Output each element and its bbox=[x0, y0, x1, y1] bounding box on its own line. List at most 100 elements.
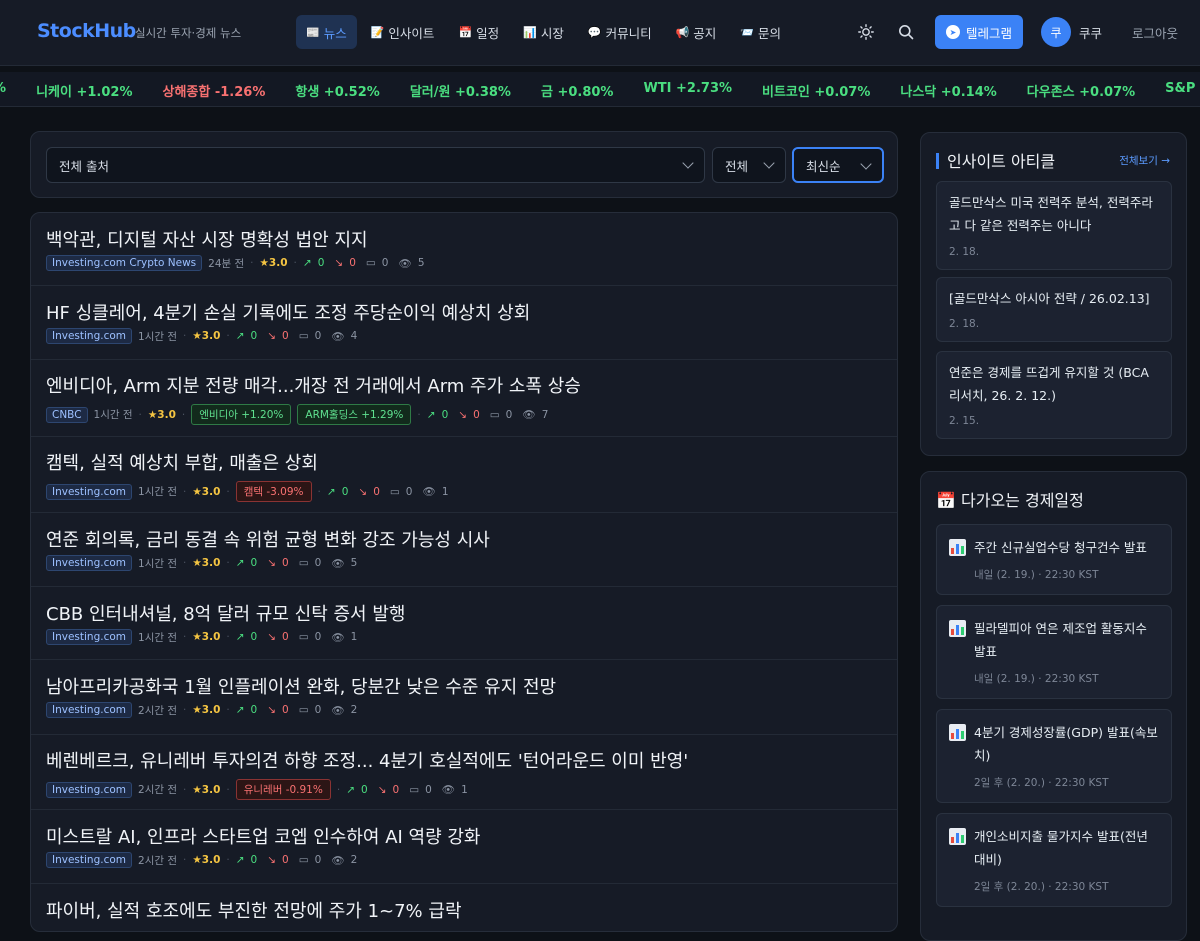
newspaper-icon: 📰 bbox=[306, 25, 320, 39]
ticker-item[interactable]: 항생 +0.52% bbox=[295, 81, 379, 100]
ticker-item[interactable]: 상해종합 -1.26% bbox=[162, 81, 265, 100]
nav-label: 시장 bbox=[540, 25, 564, 41]
chevron-down-icon bbox=[763, 157, 775, 169]
source-badge[interactable]: Investing.com bbox=[46, 852, 133, 868]
category-select[interactable]: 전체 bbox=[712, 147, 786, 183]
time-ago: 2시간 전 bbox=[138, 854, 178, 867]
nav-community[interactable]: 💬 커뮤니티 bbox=[578, 15, 662, 49]
news-item[interactable]: HF 싱클레어, 4분기 손실 기록에도 조정 주당순이익 예상치 상회 Inve… bbox=[31, 286, 897, 360]
source-select[interactable]: 전체 출처 bbox=[46, 147, 705, 183]
ticker-item[interactable]: 달러/원 +0.38% bbox=[410, 81, 511, 100]
comment-count: 0 bbox=[405, 485, 413, 498]
see-all-link[interactable]: 전체보기 → bbox=[1119, 153, 1170, 168]
news-item[interactable]: 파이버, 실적 호조에도 부진한 전망에 주가 1~7% 급락 bbox=[31, 884, 897, 931]
source-badge[interactable]: Investing.com bbox=[46, 555, 133, 571]
event-card[interactable]: 4분기 경제성장률(GDP) 발표(속보치) 2일 후 (2. 20.) · 22… bbox=[936, 709, 1172, 803]
ticker-item[interactable]: 비트코인 +0.07% bbox=[762, 81, 870, 100]
news-item[interactable]: 베렌베르크, 유니레버 투자의견 하향 조정... 4분기 호실적에도 '턴어라… bbox=[31, 735, 897, 810]
stock-tag[interactable]: 캠텍 -3.09% bbox=[235, 481, 312, 502]
sun-icon bbox=[858, 24, 874, 40]
nav-label: 인사이트 bbox=[388, 25, 435, 41]
nav-contact[interactable]: 📨 문의 bbox=[730, 15, 791, 49]
news-title[interactable]: 엔비디아, Arm 지분 전량 매각...개장 전 거래에서 Arm 주가 소폭… bbox=[46, 372, 581, 398]
source-badge[interactable]: Investing.com bbox=[46, 483, 133, 500]
telegram-button[interactable]: ➤ 텔레그램 bbox=[934, 15, 1023, 49]
nav-news[interactable]: 📰 뉴스 bbox=[296, 15, 357, 49]
source-badge[interactable]: Investing.com Crypto News bbox=[46, 255, 203, 271]
event-card[interactable]: 주간 신규실업수당 청구건수 발표 내일 (2. 19.) · 22:30 KST bbox=[936, 524, 1172, 595]
logo[interactable]: StockHub bbox=[37, 20, 136, 42]
separator: · bbox=[417, 408, 421, 421]
news-title[interactable]: 연준 회의록, 금리 동결 속 위험 균형 변화 강조 가능성 시사 bbox=[46, 526, 490, 552]
username[interactable]: 쿠쿠 bbox=[1079, 23, 1102, 42]
insight-card[interactable]: 골드만삭스 미국 전력주 분석, 전력주라고 다 같은 전력주는 아니다 2. 1… bbox=[936, 181, 1172, 270]
down-count: 0 bbox=[282, 631, 289, 643]
nav-schedule[interactable]: 📅 일정 bbox=[448, 15, 509, 49]
filter-bar: 전체 출처 전체 최신순 bbox=[30, 131, 898, 198]
news-item[interactable]: 남아프리카공화국 1월 인플레이션 완화, 당분간 낮은 수준 유지 전망 Inv… bbox=[31, 660, 897, 735]
news-title[interactable]: 캠텍, 실적 예상치 부합, 매출은 상회 bbox=[46, 449, 318, 475]
source-badge[interactable]: Investing.com bbox=[46, 629, 133, 645]
nav-insight[interactable]: 📝 인사이트 bbox=[361, 15, 445, 49]
source-badge[interactable]: CNBC bbox=[46, 406, 88, 423]
trend-down-icon: ↘ bbox=[458, 408, 468, 421]
news-title[interactable]: 베렌베르크, 유니레버 투자의견 하향 조정... 4분기 호실적에도 '턴어라… bbox=[46, 747, 688, 773]
separator: · bbox=[226, 704, 230, 716]
source-badge[interactable]: Investing.com bbox=[46, 328, 133, 344]
news-item[interactable]: 백악관, 디지털 자산 시장 명확성 법안 지지 Investing.com Cr… bbox=[31, 213, 897, 286]
sort-select-value: 최신순 bbox=[806, 158, 841, 174]
news-item[interactable]: 미스트랄 AI, 인프라 스타트업 코엡 인수하여 AI 역량 강화 Invest… bbox=[31, 810, 897, 884]
nav-notice[interactable]: 📢 공지 bbox=[666, 15, 727, 49]
ticker-item[interactable]: S&P 500 +0.10% bbox=[1165, 81, 1200, 100]
comment-icon: ▭ bbox=[298, 704, 309, 716]
source-badge[interactable]: Investing.com bbox=[46, 702, 133, 718]
news-item[interactable]: 엔비디아, Arm 지분 전량 매각...개장 전 거래에서 Arm 주가 소폭… bbox=[31, 360, 897, 437]
sort-select[interactable]: 최신순 bbox=[792, 147, 884, 183]
news-title[interactable]: 백악관, 디지털 자산 시장 명확성 법안 지지 bbox=[46, 226, 368, 252]
source-badge[interactable]: Investing.com bbox=[46, 781, 133, 798]
ticker-item[interactable]: 니케이 +1.02% bbox=[36, 81, 132, 100]
rating: ★3.0 bbox=[147, 408, 176, 421]
news-item[interactable]: 캠텍, 실적 예상치 부합, 매출은 상회 Investing.com 1시간 전 ·… bbox=[31, 437, 897, 513]
nav-market[interactable]: 📊 시장 bbox=[513, 15, 574, 49]
event-card[interactable]: 필라델피아 연은 제조업 활동지수 발표 내일 (2. 19.) · 22:30 … bbox=[936, 605, 1172, 699]
insight-card[interactable]: 연준은 경제를 뜨겁게 유지할 것 (BCA 리서치, 26. 2. 12.) 2… bbox=[936, 351, 1172, 439]
stock-tag[interactable]: 엔비디아 +1.20% bbox=[191, 404, 292, 425]
news-meta: Investing.com 1시간 전 · ★3.0 · ↗ 0 ↘ 0 ▭ 0 👁 4 bbox=[46, 328, 357, 344]
ticker-item[interactable]: WTI +2.73% bbox=[643, 81, 732, 100]
avatar[interactable]: 쿠 bbox=[1040, 17, 1071, 47]
view-count: 7 bbox=[541, 408, 549, 421]
insight-title-text: 인사이트 아티클 bbox=[947, 152, 1056, 171]
trend-down-icon: ↘ bbox=[267, 631, 277, 643]
eye-icon: 👁 bbox=[331, 557, 345, 570]
ticker-item[interactable]: 금 +0.80% bbox=[541, 81, 613, 100]
insight-card[interactable]: [골드만삭스 아시아 전략 / 26.02.13] 2. 18. bbox=[936, 277, 1172, 342]
news-title[interactable]: 미스트랄 AI, 인프라 스타트업 코엡 인수하여 AI 역량 강화 bbox=[46, 823, 481, 849]
logout-link[interactable]: 로그아웃 bbox=[1132, 23, 1178, 42]
news-title[interactable]: 파이버, 실적 호조에도 부진한 전망에 주가 1~7% 급락 bbox=[46, 897, 462, 923]
rating: ★3.0 bbox=[192, 330, 221, 342]
event-card[interactable]: 개인소비지출 물가지수 발표(전년 대비) 2일 후 (2. 20.) · 22:… bbox=[936, 813, 1172, 907]
stock-tag[interactable]: 유니레버 -0.91% bbox=[235, 779, 331, 800]
separator: · bbox=[183, 704, 187, 716]
ticker-item[interactable]: 다우존스 +0.07% bbox=[1027, 81, 1135, 100]
ticker-item[interactable]: 7% bbox=[0, 81, 6, 100]
trend-up-icon: ↗ bbox=[235, 704, 245, 716]
bar-chart-icon bbox=[949, 620, 966, 637]
news-title[interactable]: 남아프리카공화국 1월 인플레이션 완화, 당분간 낮은 수준 유지 전망 bbox=[46, 673, 556, 699]
theme-toggle-button[interactable] bbox=[851, 17, 881, 47]
view-count: 5 bbox=[350, 557, 358, 569]
news-item[interactable]: 연준 회의록, 금리 동결 속 위험 균형 변화 강조 가능성 시사 Invest… bbox=[31, 513, 897, 587]
accent-bar bbox=[936, 153, 939, 169]
news-item[interactable]: CBB 인터내셔널, 8억 달러 규모 신탁 증서 발행 Investing.co… bbox=[31, 587, 897, 660]
news-title[interactable]: CBB 인터내셔널, 8억 달러 규모 신탁 증서 발행 bbox=[46, 600, 405, 626]
news-title[interactable]: HF 싱클레어, 4분기 손실 기록에도 조정 주당순이익 예상치 상회 bbox=[46, 299, 530, 325]
nav-label: 뉴스 bbox=[323, 25, 347, 41]
eye-icon: 👁 bbox=[331, 854, 345, 867]
stock-tag[interactable]: ARM홀딩스 +1.29% bbox=[297, 404, 412, 425]
search-button[interactable] bbox=[891, 17, 921, 47]
ticker-item[interactable]: 나스닥 +0.14% bbox=[900, 81, 996, 100]
comment-icon: ▭ bbox=[298, 631, 309, 643]
time-ago: 1시간 전 bbox=[138, 486, 178, 498]
trend-down-icon: ↘ bbox=[267, 330, 277, 342]
